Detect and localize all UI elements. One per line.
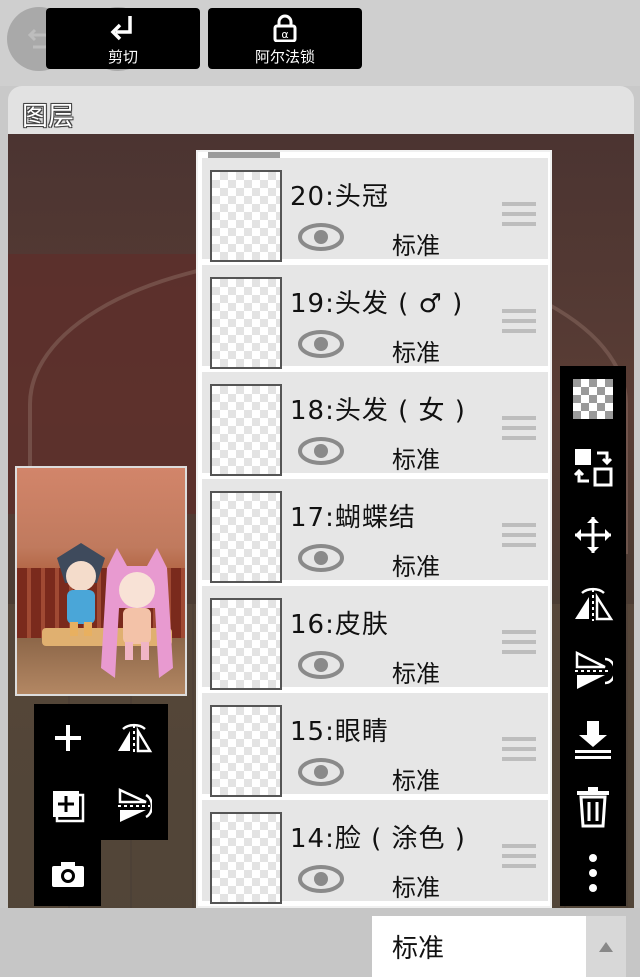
transparency-icon [573, 379, 613, 419]
layer-row[interactable]: 16:皮肤 标准 [202, 586, 548, 690]
layer-thumbnail [210, 598, 282, 690]
layer-row[interactable]: 20:头冠 标准 [202, 158, 548, 262]
transparency-button[interactable] [570, 376, 616, 422]
camera-button[interactable] [46, 852, 90, 896]
visibility-eye-icon[interactable] [298, 436, 344, 466]
flip-vertical-icon [575, 650, 613, 689]
layer-name: 20:头冠 [290, 182, 389, 212]
add-layer-button[interactable] [46, 716, 90, 760]
drag-handle-icon[interactable] [502, 523, 536, 553]
flip-horizontal-icon [575, 587, 614, 621]
layer-blend-mode: 标准 [392, 232, 440, 260]
merge-down-icon [575, 721, 611, 759]
layer-name: 16:皮肤 [290, 610, 389, 640]
trash-icon [577, 787, 609, 828]
layer-name: 19:头发 ( ♂ ) [290, 289, 464, 319]
drag-handle-icon[interactable] [502, 202, 536, 232]
layer-thumbnail [210, 812, 282, 904]
add-image-layer-icon [53, 791, 85, 823]
drag-handle-icon[interactable] [502, 630, 536, 660]
drag-handle-icon[interactable] [502, 309, 536, 339]
preview-character-right [101, 548, 173, 678]
clip-arrow-icon [110, 16, 132, 41]
flip-vertical-icon [118, 788, 152, 822]
visibility-eye-icon[interactable] [298, 864, 344, 894]
left-tool-palette [34, 704, 168, 840]
layer-row[interactable]: 18:头发 ( 女 ) 标准 [202, 372, 548, 476]
layer-thumbnail [210, 277, 282, 369]
swap-layers-button[interactable] [570, 444, 616, 490]
right-toolbar [560, 366, 626, 906]
flip-horizontal-icon [118, 723, 153, 753]
more-options-button[interactable] [570, 850, 616, 896]
layer-row[interactable]: 17:蝴蝶结 标准 [202, 479, 548, 583]
layer-row[interactable]: 19:头发 ( ♂ ) 标准 [202, 265, 548, 369]
add-layer-icon [55, 725, 81, 751]
blend-mode-dropdown-button[interactable] [586, 916, 626, 977]
layers-panel-header: 图层 [8, 86, 634, 134]
layer-name: 17:蝴蝶结 [290, 503, 416, 533]
merge-down-button[interactable] [570, 716, 616, 762]
layer-name: 15:眼睛 [290, 717, 389, 747]
svg-text:α: α [281, 28, 288, 41]
layer-name: 18:头发 ( 女 ) [290, 396, 466, 426]
layers-list[interactable]: 20:头冠 标准 19:头发 ( ♂ ) 标准 18:头发 ( 女 ) 标准 1… [196, 150, 552, 908]
visibility-eye-icon[interactable] [298, 650, 344, 680]
layer-row[interactable]: 14:脸 ( 涂色 ) 标准 [202, 800, 548, 904]
alpha-lock-button[interactable]: α 阿尔法锁 [208, 8, 362, 69]
left-tool-palette-bottom [34, 840, 101, 906]
panel-title: 图层 [22, 102, 75, 132]
drag-handle-icon[interactable] [502, 737, 536, 767]
more-icon [589, 854, 597, 892]
visibility-eye-icon[interactable] [298, 757, 344, 787]
layer-thumbnail [210, 170, 282, 262]
move-icon [575, 517, 611, 553]
move-button[interactable] [570, 512, 616, 558]
blend-mode-value: 标准 [392, 934, 445, 964]
drag-handle-icon[interactable] [502, 416, 536, 446]
alpha-lock-label: 阿尔法锁 [254, 48, 315, 66]
layer-blend-mode: 标准 [392, 553, 440, 581]
layer-thumbnail [210, 491, 282, 583]
swap-layers-icon [573, 449, 613, 487]
layer-thumbnail [210, 384, 282, 476]
layer-name: 14:脸 ( 涂色 ) [290, 824, 466, 854]
canvas-preview[interactable] [15, 466, 187, 696]
layer-blend-mode: 标准 [392, 767, 440, 795]
clip-button[interactable]: 剪切 [46, 8, 200, 69]
layer-blend-mode: 标准 [392, 339, 440, 367]
flip-horizontal-left-button[interactable] [112, 716, 156, 760]
layer-blend-mode: 标准 [392, 446, 440, 474]
layer-thumbnail [210, 705, 282, 797]
visibility-eye-icon[interactable] [298, 543, 344, 573]
flip-vertical-left-button[interactable] [112, 784, 156, 828]
flip-vertical-button[interactable] [570, 648, 616, 694]
layer-blend-mode: 标准 [392, 660, 440, 688]
visibility-eye-icon[interactable] [298, 329, 344, 359]
clip-label: 剪切 [107, 48, 138, 66]
visibility-eye-icon[interactable] [298, 222, 344, 252]
lock-icon: α [273, 14, 297, 42]
drag-handle-icon[interactable] [502, 844, 536, 874]
layer-row[interactable]: 15:眼睛 标准 [202, 693, 548, 797]
layer-blend-mode: 标准 [392, 874, 440, 902]
camera-icon [52, 862, 84, 887]
triangle-up-icon [599, 941, 613, 952]
add-image-layer-button[interactable] [46, 784, 90, 828]
delete-layer-button[interactable] [570, 784, 616, 830]
flip-horizontal-button[interactable] [570, 580, 616, 626]
blend-mode-select[interactable]: 标准 [372, 916, 586, 977]
